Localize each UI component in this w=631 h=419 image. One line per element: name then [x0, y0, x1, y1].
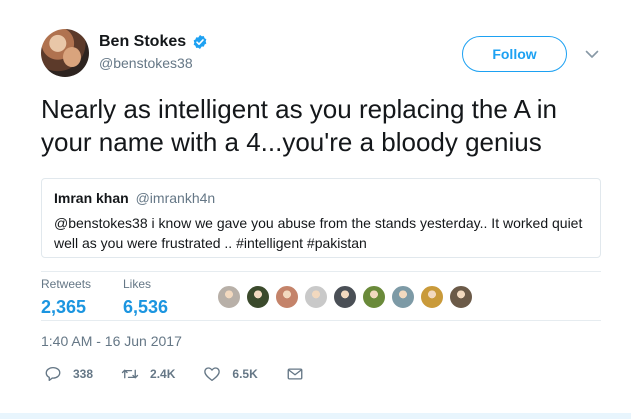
- like-count: 6.5K: [232, 367, 258, 381]
- likes-label: Likes: [123, 277, 152, 291]
- retweet-icon: [121, 369, 139, 379]
- quoted-author-handle: @imrankh4n: [135, 190, 216, 206]
- author-avatar[interactable]: [41, 29, 89, 77]
- tweet-text: Nearly as intelligent as you replacing t…: [41, 94, 557, 157]
- liker-avatar[interactable]: [217, 285, 241, 309]
- tweet-actions: 338 2.4K 6.5K: [44, 365, 332, 383]
- direct-message-button[interactable]: [286, 365, 304, 383]
- liker-avatar[interactable]: [246, 285, 270, 309]
- tweet-card: Ben Stokes @benstokes38 Follow Nearly as…: [0, 0, 631, 419]
- liker-avatar[interactable]: [304, 285, 328, 309]
- stats-bottom-divider: [41, 320, 601, 321]
- quoted-author-name: Imran khan: [54, 190, 129, 206]
- liker-avatar[interactable]: [391, 285, 415, 309]
- retweet-button[interactable]: 2.4K: [121, 365, 175, 383]
- retweets-label: Retweets: [41, 277, 92, 291]
- envelope-icon: [287, 368, 303, 380]
- reply-count: 338: [73, 367, 94, 381]
- author-handle[interactable]: @benstokes38: [99, 55, 193, 71]
- like-button[interactable]: 6.5K: [203, 365, 258, 383]
- quoted-tweet[interactable]: Imran khan @imrankh4n @benstokes38 i kno…: [41, 178, 601, 258]
- reply-icon: [45, 366, 61, 382]
- liker-avatars: [217, 285, 478, 309]
- author-name[interactable]: Ben Stokes: [99, 33, 186, 51]
- quoted-tweet-header: Imran khan @imrankh4n: [54, 189, 588, 207]
- retweets-value: 2,365: [41, 297, 87, 317]
- tweet-timestamp[interactable]: 1:40 AM - 16 Jun 2017: [41, 333, 182, 349]
- quoted-tweet-text: @benstokes38 i know we gave you abuse fr…: [54, 215, 583, 251]
- liker-avatar[interactable]: [333, 285, 357, 309]
- bottom-strip: [0, 413, 631, 419]
- verified-badge-icon: [193, 35, 207, 49]
- likes-stat[interactable]: Likes 6,536: [123, 276, 168, 318]
- author-name-row: Ben Stokes: [99, 33, 208, 51]
- liker-avatar[interactable]: [362, 285, 386, 309]
- liker-avatar[interactable]: [449, 285, 473, 309]
- stats-top-divider: [41, 271, 601, 272]
- reply-button[interactable]: 338: [44, 365, 93, 383]
- retweet-count: 2.4K: [150, 367, 176, 381]
- follow-button[interactable]: Follow: [462, 36, 567, 72]
- retweets-stat[interactable]: Retweets 2,365: [41, 276, 91, 318]
- liker-avatar[interactable]: [420, 285, 444, 309]
- likes-value: 6,536: [123, 297, 169, 317]
- heart-icon: [204, 367, 221, 382]
- liker-avatar[interactable]: [275, 285, 299, 309]
- chevron-down-icon[interactable]: [584, 46, 600, 62]
